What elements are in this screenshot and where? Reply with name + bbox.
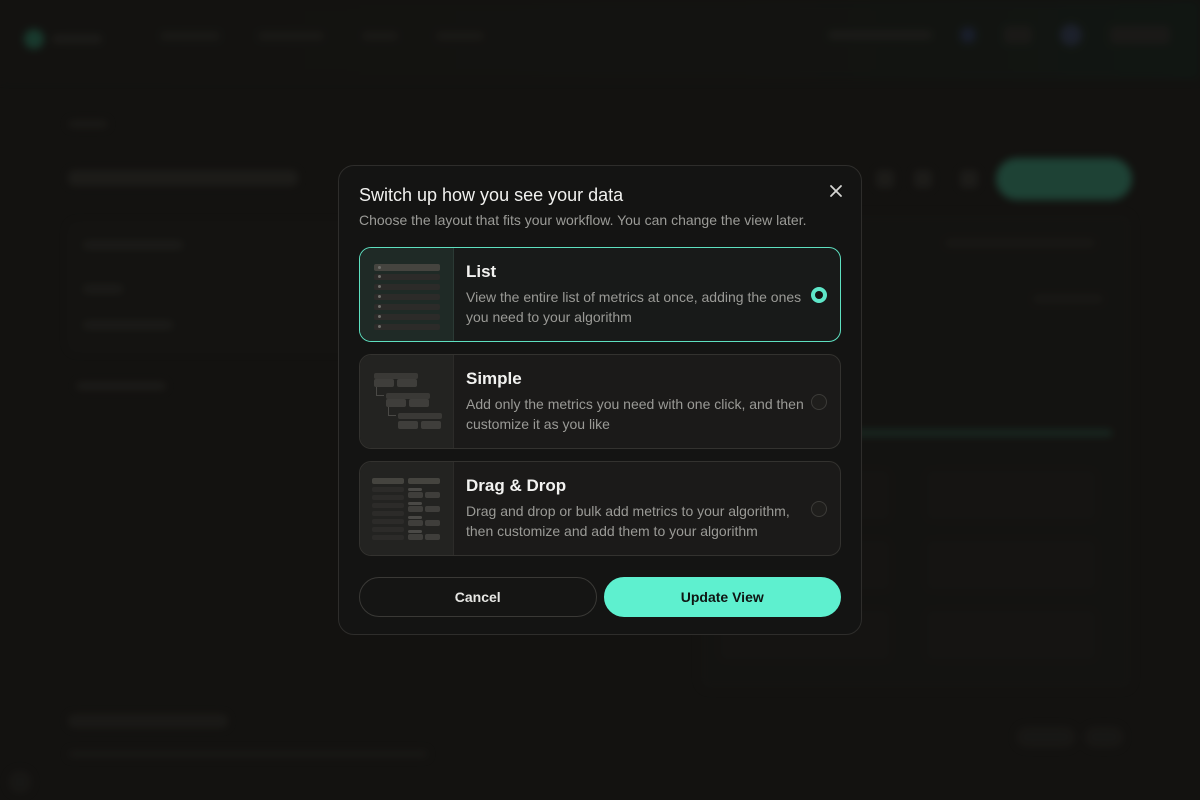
close-icon	[830, 185, 842, 197]
view-option-drag-drop[interactable]: Drag & Drop Drag and drop or bulk add me…	[359, 461, 841, 556]
option-description: View the entire list of metrics at once,…	[466, 289, 802, 325]
radio-drag-drop[interactable]	[811, 500, 827, 517]
list-view-thumbnail	[360, 248, 454, 341]
cancel-button[interactable]: Cancel	[359, 577, 597, 617]
option-description: Add only the metrics you need with one c…	[466, 396, 804, 432]
radio-list-selected[interactable]	[811, 286, 827, 303]
dialog-actions: Cancel Update View	[359, 577, 841, 617]
view-options: List View the entire list of metrics at …	[359, 247, 841, 556]
view-option-simple[interactable]: Simple Add only the metrics you need wit…	[359, 354, 841, 449]
drag-drop-view-thumbnail	[360, 462, 454, 555]
close-button[interactable]	[825, 180, 847, 202]
option-title: Simple	[466, 369, 522, 388]
update-view-button[interactable]: Update View	[603, 577, 841, 617]
view-option-list[interactable]: List View the entire list of metrics at …	[359, 247, 841, 342]
switch-view-dialog: Switch up how you see your data Choose t…	[338, 165, 862, 635]
option-description: Drag and drop or bulk add metrics to you…	[466, 503, 790, 539]
option-title: Drag & Drop	[466, 476, 567, 495]
dialog-subtitle: Choose the layout that fits your workflo…	[359, 212, 807, 228]
simple-view-thumbnail	[360, 355, 454, 448]
radio-simple[interactable]	[811, 393, 827, 410]
option-title: List	[466, 262, 497, 281]
dialog-title: Switch up how you see your data	[359, 185, 624, 205]
